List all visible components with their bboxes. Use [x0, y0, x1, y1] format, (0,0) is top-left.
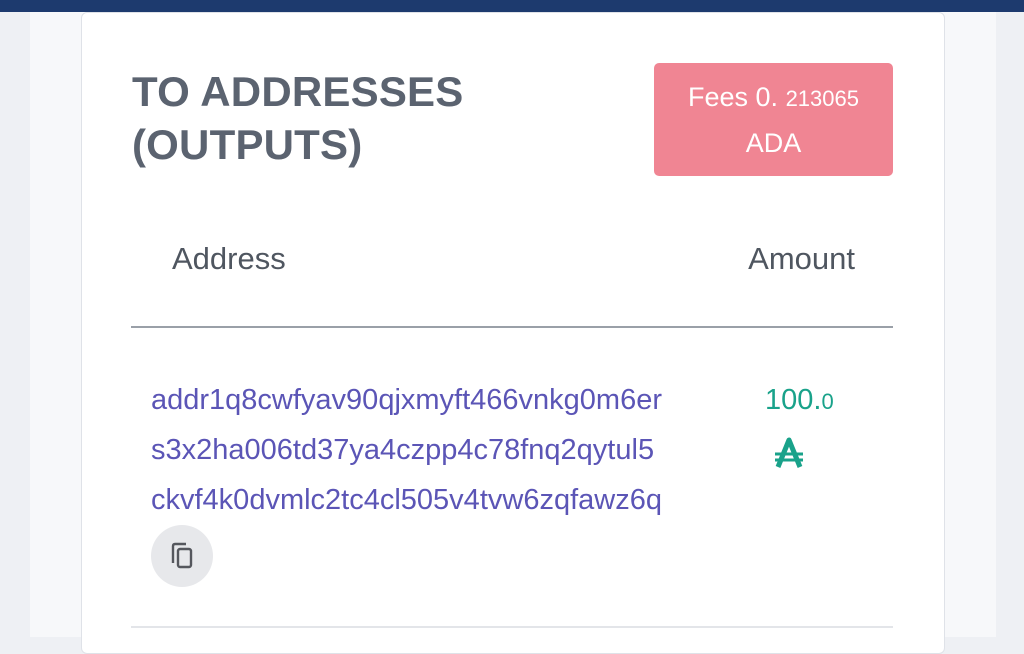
address-line-1: addr1q8cwfyav90qjxmyft466vnkg0m6er [151, 384, 662, 416]
fees-badge: Fees 0. 213065 ADA [654, 63, 893, 176]
address-line-3: ckvf4k0dvmlc2tc4cl505v4tvw6zqfawz6q [151, 484, 662, 516]
fees-unit: ADA [745, 128, 802, 158]
column-header-address: Address [172, 241, 286, 276]
section-title: TO ADDRESSES (OUTPUTS) [132, 65, 532, 171]
section-title-line1: TO ADDRESSES [132, 68, 464, 115]
address-line-2: s3x2ha006td37ya4czpp4c78fnq2qytul5 [151, 434, 655, 466]
section-title-line2: (OUTPUTS) [132, 121, 363, 168]
table-row-divider [131, 626, 893, 628]
top-nav-bar [0, 0, 1024, 12]
copy-icon [171, 542, 193, 569]
outputs-card: TO ADDRESSES (OUTPUTS) Fees 0. 213065 AD… [81, 12, 945, 654]
fees-label: Fees 0. [688, 82, 779, 112]
amount-main: 100. [765, 384, 822, 416]
column-header-amount: Amount [748, 241, 855, 276]
fees-amount-line: Fees 0. 213065 [654, 75, 893, 121]
ada-icon [775, 437, 803, 468]
output-amount: 100.0 [765, 375, 834, 427]
table-header-divider [131, 326, 893, 328]
output-address-link[interactable]: addr1q8cwfyav90qjxmyft466vnkg0m6er s3x2h… [151, 375, 771, 525]
amount-decimal: 0 [821, 389, 834, 414]
fees-value: 213065 [785, 86, 859, 111]
copy-address-button[interactable] [151, 525, 213, 587]
